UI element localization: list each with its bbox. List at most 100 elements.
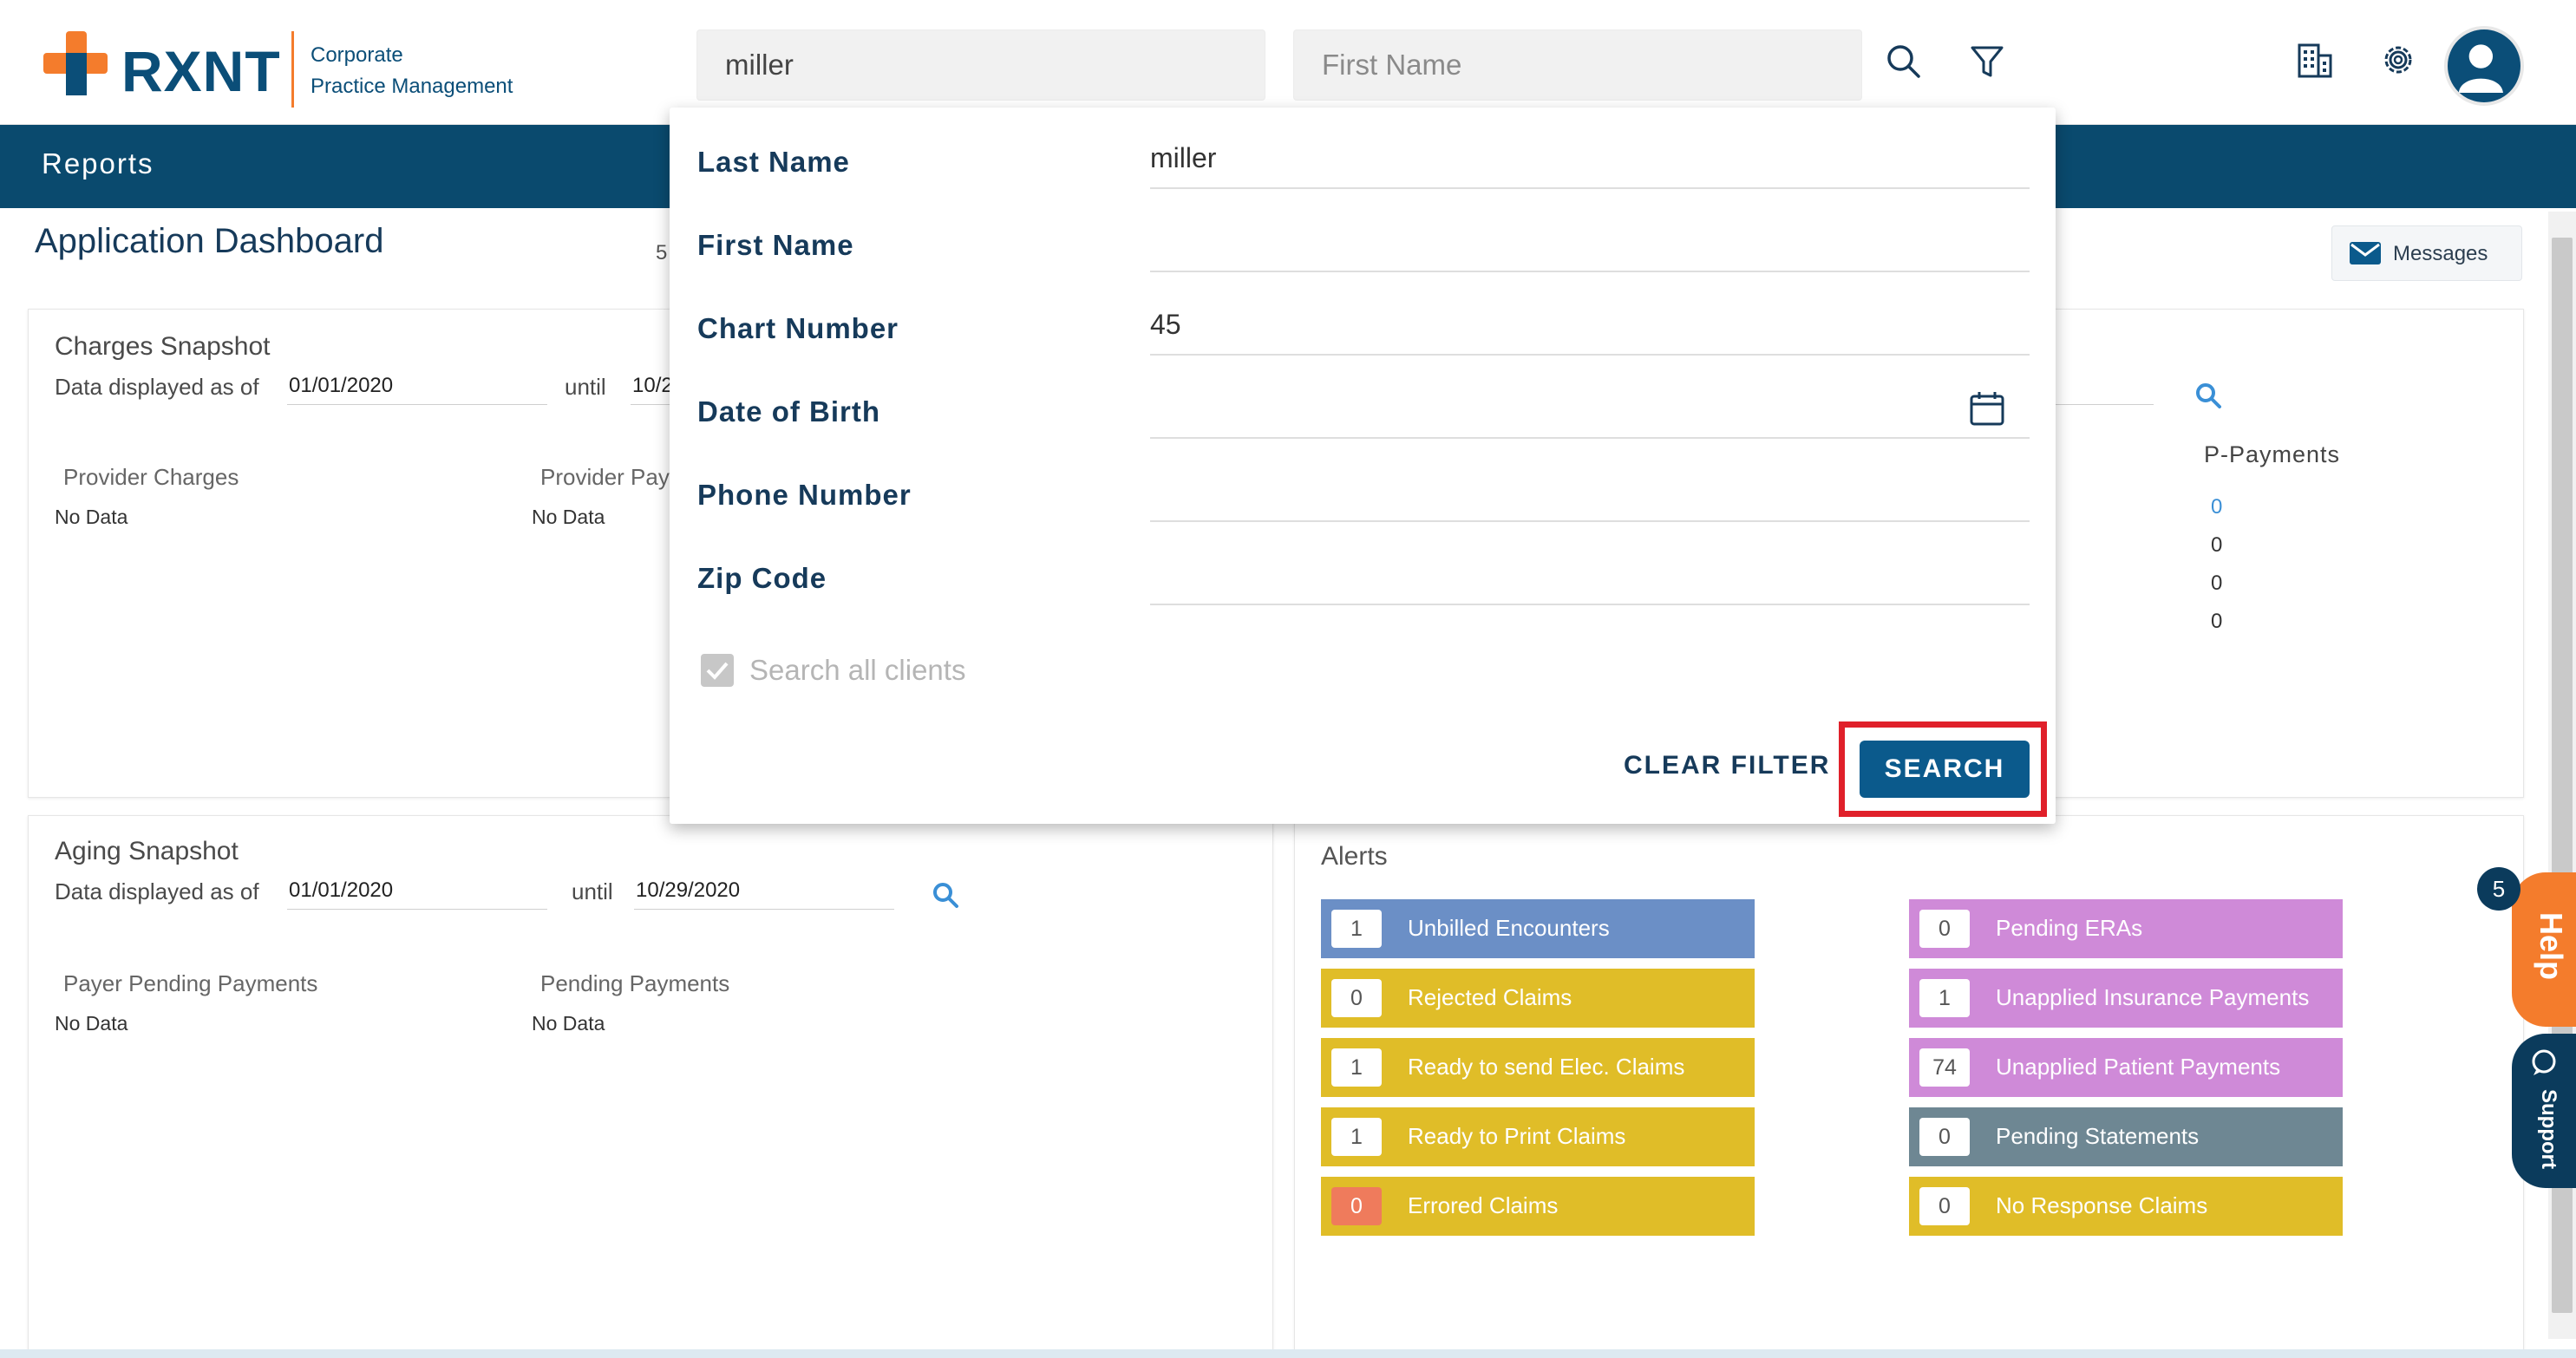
p-payments-heading: P-Payments [2204,441,2341,467]
alert-count: 0 [1919,1118,1970,1156]
panel-chart-number-input[interactable]: 45 [1150,274,2030,356]
building-icon[interactable] [2295,40,2335,80]
top-header: RXNT Corporate Practice Management mille… [0,0,2576,125]
messages-label: Messages [2393,242,2488,265]
alert-count: 0 [1919,910,1970,948]
alert-unbilled-encounters[interactable]: 1 Unbilled Encounters [1321,899,1755,958]
provider-payments-heading: Provider Pay [540,464,670,490]
search-all-clients-checkbox[interactable] [701,654,734,687]
logo-wordmark: RXNT [121,39,281,103]
search-all-clients-label: Search all clients [749,654,966,686]
gear-icon[interactable] [2378,40,2418,80]
p-payments-value-1[interactable]: 0 [2211,495,2222,519]
alert-label: Errored Claims [1408,1192,1559,1218]
alert-count: 1 [1919,979,1970,1017]
panel-zip-input[interactable] [1150,524,2030,605]
alert-count: 1 [1331,1048,1382,1087]
aging-search-icon[interactable] [931,880,960,910]
panel-phone-input[interactable] [1150,441,2030,522]
dob-label: Date of Birth [697,395,880,428]
alert-count: 0 [1919,1187,1970,1225]
calendar-icon[interactable] [1969,390,2005,427]
provider-charges-heading: Provider Charges [63,464,239,490]
panel-dob-input[interactable] [1150,357,2030,439]
aging-title: Aging Snapshot [55,837,239,865]
charges-until-label: until [565,374,606,400]
first-name-input[interactable]: First Name [1293,29,1862,101]
panel-last-name-input[interactable]: miller [1150,108,2030,189]
charges-from-date[interactable]: 01/01/2020 [287,374,547,405]
checkmark-icon [706,662,729,680]
alert-unapplied-patient-payments[interactable]: 74 Unapplied Patient Payments [1909,1038,2343,1097]
charges-asof-label: Data displayed as of [55,374,259,400]
alert-no-response-claims[interactable]: 0 No Response Claims [1909,1177,2343,1236]
alert-label: Unapplied Insurance Payments [1996,984,2310,1010]
alert-count: 0 [1331,1187,1382,1225]
alert-count: 0 [1331,979,1382,1017]
alert-count: 1 [1331,910,1382,948]
aging-until-date[interactable]: 10/29/2020 [634,878,894,910]
pending-payments-heading: Pending Payments [540,970,730,996]
alert-unapplied-insurance-payments[interactable]: 1 Unapplied Insurance Payments [1909,969,2343,1028]
user-avatar-icon[interactable] [2444,26,2524,106]
mail-icon [2350,242,2381,264]
search-button[interactable]: SEARCH [1860,741,2030,798]
bottom-strip [0,1349,2576,1358]
alert-label: No Response Claims [1996,1192,2208,1218]
aging-asof-label: Data displayed as of [55,878,259,904]
alert-ready-send-elec-claims[interactable]: 1 Ready to send Elec. Claims [1321,1038,1755,1097]
alert-label: Rejected Claims [1408,984,1572,1010]
alert-errored-claims[interactable]: 0 Errored Claims [1321,1177,1755,1236]
panel-first-name-input[interactable] [1150,191,2030,272]
patient-search-panel: Last Name miller First Name Chart Number… [670,108,2056,824]
logo-subtitle-1: Corporate [311,43,403,67]
alert-label: Unbilled Encounters [1408,915,1610,941]
alerts-title: Alerts [1321,842,1388,871]
clear-filter-button[interactable]: CLEAR FILTER [1624,751,1830,780]
alert-label: Ready to send Elec. Claims [1408,1054,1685,1080]
nav-reports[interactable]: Reports [42,147,154,180]
alert-pending-eras[interactable]: 0 Pending ERAs [1909,899,2343,958]
aging-from-date[interactable]: 01/01/2020 [287,878,547,910]
alert-label: Ready to Print Claims [1408,1123,1626,1149]
phone-number-label: Phone Number [697,479,912,511]
filter-icon[interactable] [1967,42,2007,82]
alert-count: 1 [1331,1118,1382,1156]
chart-number-label: Chart Number [697,312,899,344]
alert-pending-statements[interactable]: 0 Pending Statements [1909,1107,2343,1166]
dashboard-filter-stub: 5 [656,241,668,264]
help-badge: 5 [2477,867,2520,911]
messages-button[interactable]: Messages [2331,225,2522,281]
last-name-label: Last Name [697,146,850,178]
p-payments-value-4: 0 [2211,610,2223,633]
alert-rejected-claims[interactable]: 0 Rejected Claims [1321,969,1755,1028]
logo-divider [291,31,294,108]
payments-search-icon[interactable] [2194,381,2223,410]
aging-until-label: until [572,878,613,904]
zip-code-label: Zip Code [697,562,827,594]
aging-snapshot-card: Aging Snapshot Data displayed as of 01/0… [28,815,1273,1358]
search-icon[interactable] [1884,42,1924,82]
help-label: Help [2534,911,2570,981]
page-title: Application Dashboard [35,222,384,260]
provider-charges-no-data: No Data [55,506,128,528]
pending-payments-no-data: No Data [532,1012,605,1035]
alert-label: Pending Statements [1996,1123,2200,1149]
chat-bubble-icon [2532,1049,2556,1075]
rxnt-logo[interactable]: RXNT Corporate Practice Management [43,31,564,109]
last-name-input[interactable]: miller [696,29,1265,101]
provider-payments-no-data: No Data [532,506,605,528]
help-tab[interactable]: Help [2512,872,2576,1027]
alerts-card: Alerts 1 Unbilled Encounters 0 Rejected … [1294,815,2524,1358]
support-label: Support [2536,1089,2560,1169]
support-tab[interactable]: Support [2512,1034,2576,1188]
payer-pending-heading: Payer Pending Payments [63,970,318,996]
logo-subtitle-2: Practice Management [311,75,513,98]
alert-ready-print-claims[interactable]: 1 Ready to Print Claims [1321,1107,1755,1166]
p-payments-value-2: 0 [2211,533,2223,557]
payer-pending-no-data: No Data [55,1012,128,1035]
first-name-label: First Name [697,229,854,261]
alert-label: Unapplied Patient Payments [1996,1054,2281,1080]
alert-label: Pending ERAs [1996,915,2143,941]
logo-cross-icon [43,31,108,95]
